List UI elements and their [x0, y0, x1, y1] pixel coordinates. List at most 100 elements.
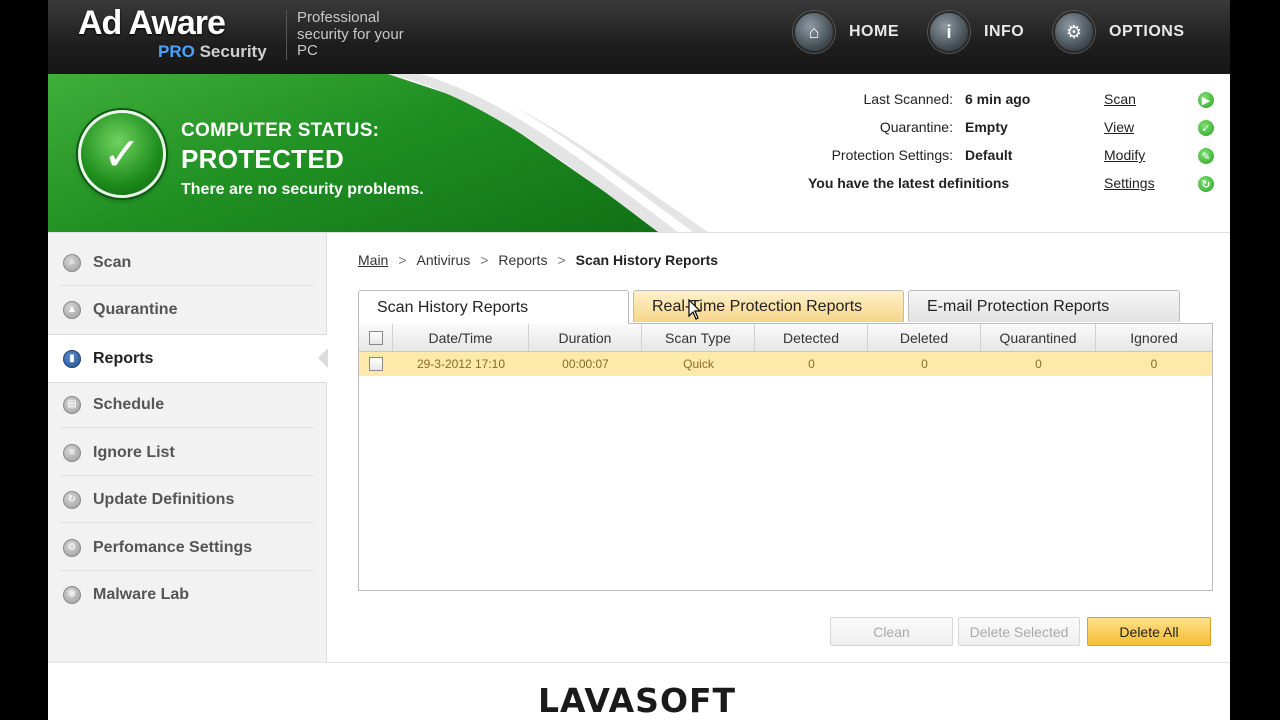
- col-duration[interactable]: Duration: [529, 324, 642, 351]
- nav-options-button[interactable]: ⚙ OPTIONS: [1053, 11, 1185, 53]
- breadcrumb: Main > Antivirus > Reports > Scan Histor…: [358, 252, 718, 268]
- info-icon: i: [928, 11, 970, 53]
- sidebar-item-ignore-list[interactable]: ≡ Ignore List: [48, 429, 326, 476]
- view-link[interactable]: View: [1104, 119, 1134, 135]
- sidebar-item-label: Ignore List: [93, 443, 175, 461]
- col-quarantined[interactable]: Quarantined: [981, 324, 1096, 351]
- warning-icon: ▲: [63, 300, 81, 319]
- header-bar: Ad Aware PRO Security Professional secur…: [48, 0, 1230, 74]
- row-checkbox[interactable]: [369, 357, 383, 371]
- status-value-quarantine: Empty: [965, 119, 1008, 135]
- status-value-last-scanned: 6 min ago: [965, 91, 1031, 107]
- chevron-right-icon: >: [480, 252, 489, 268]
- mouse-cursor-icon: [688, 299, 702, 320]
- play-icon[interactable]: ▶: [1198, 92, 1214, 108]
- logo-main-text: Ad Aware: [78, 4, 226, 42]
- status-value-protection: Default: [965, 147, 1013, 163]
- update-icon: ↻: [63, 490, 81, 509]
- sidebar-item-performance-settings[interactable]: ⚙ Perfomance Settings: [48, 524, 326, 571]
- gear-icon: ⚙: [1053, 11, 1095, 53]
- tab-scan-history-reports[interactable]: Scan History Reports: [358, 290, 629, 324]
- tab-real-time-protection-reports[interactable]: Real-Time Protection Reports: [633, 290, 904, 322]
- cell-detected: 0: [808, 357, 815, 371]
- table-row[interactable]: 29-3-2012 17:10 00:00:07 Quick 0 0 0 0: [359, 352, 1212, 376]
- calendar-icon: ▤: [63, 395, 81, 414]
- sidebar-item-malware-lab[interactable]: ✻ Malware Lab: [48, 571, 326, 618]
- divider: [60, 427, 314, 428]
- status-panel: ✓ COMPUTER STATUS: PROTECTED There are n…: [48, 74, 1230, 233]
- sidebar-item-update-definitions[interactable]: ↻ Update Definitions: [48, 476, 326, 523]
- cell-datetime: 29-3-2012 17:10: [416, 357, 506, 371]
- row-select-cell: [359, 352, 393, 376]
- tab-email-protection-reports[interactable]: E-mail Protection Reports: [908, 290, 1180, 322]
- col-detected[interactable]: Detected: [755, 324, 868, 351]
- sidebar-item-label: Update Definitions: [93, 490, 235, 508]
- gear-icon: ⚙: [63, 538, 81, 557]
- status-key: Quarantine:: [879, 119, 953, 135]
- sidebar-item-reports[interactable]: ▮ Reports: [48, 334, 328, 383]
- status-row-protection: Protection Settings: Default: [48, 147, 1230, 169]
- breadcrumb-main[interactable]: Main: [358, 252, 388, 268]
- breadcrumb-current: Scan History Reports: [575, 252, 719, 268]
- edit-icon[interactable]: ✎: [1198, 148, 1214, 164]
- status-row-last-scanned: Last Scanned: 6 min ago: [48, 91, 1230, 113]
- status-key: Protection Settings:: [831, 147, 953, 163]
- sidebar-item-label: Malware Lab: [93, 585, 190, 603]
- sidebar-item-label: Schedule: [93, 395, 165, 413]
- col-datetime[interactable]: Date/Time: [393, 324, 529, 351]
- sidebar-item-label: Scan: [93, 253, 132, 271]
- clean-button[interactable]: Clean: [830, 617, 953, 646]
- chevron-right-icon: >: [557, 252, 566, 268]
- footer: LAVASOFT: [48, 662, 1230, 720]
- nav-home-button[interactable]: ⌂ HOME: [793, 11, 899, 53]
- refresh-icon[interactable]: ↻: [1198, 176, 1214, 192]
- sidebar-item-label: Perfomance Settings: [93, 538, 253, 556]
- scan-link[interactable]: Scan: [1104, 91, 1136, 107]
- lavasoft-logo: LAVASOFT: [538, 681, 736, 720]
- cell-ignored: 0: [1150, 357, 1158, 371]
- definitions-message: You have the latest definitions: [808, 175, 1010, 191]
- nav-home-label: HOME: [849, 23, 899, 40]
- tagline: Professional security for your PC: [286, 9, 417, 60]
- nav-info-label: INFO: [984, 23, 1025, 40]
- bar-chart-icon: ▮: [63, 349, 81, 368]
- nav-options-label: OPTIONS: [1109, 23, 1185, 40]
- col-scan-type[interactable]: Scan Type: [642, 324, 755, 351]
- cell-scan-type: Quick: [683, 357, 714, 371]
- sidebar: ⌕ Scan ▲ Quarantine ▮ Reports ▤ Schedule…: [48, 233, 328, 663]
- settings-link[interactable]: Settings: [1104, 175, 1155, 191]
- sidebar-item-scan[interactable]: ⌕ Scan: [48, 239, 326, 286]
- cell-quarantined: 0: [1035, 357, 1042, 371]
- col-ignored[interactable]: Ignored: [1096, 324, 1212, 351]
- breadcrumb-reports[interactable]: Reports: [498, 252, 547, 268]
- status-key: Last Scanned:: [863, 91, 953, 107]
- cell-duration: 00:00:07: [562, 357, 609, 371]
- select-all-cell: [359, 324, 393, 351]
- status-row-quarantine: Quarantine: Empty: [48, 119, 1230, 141]
- divider: [60, 522, 314, 523]
- modify-link[interactable]: Modify: [1104, 147, 1145, 163]
- app-window: Ad Aware PRO Security Professional secur…: [48, 0, 1230, 720]
- active-indicator: [318, 348, 328, 368]
- select-all-checkbox[interactable]: [368, 330, 383, 345]
- breadcrumb-antivirus[interactable]: Antivirus: [417, 252, 471, 268]
- col-deleted[interactable]: Deleted: [868, 324, 981, 351]
- app-logo: Ad Aware PRO Security: [78, 4, 267, 61]
- reports-table: Date/Time Duration Scan Type Detected De…: [358, 323, 1213, 591]
- sidebar-item-label: Quarantine: [93, 300, 178, 318]
- lab-icon: ✻: [63, 585, 81, 604]
- cell-deleted: 0: [921, 357, 928, 371]
- chevron-right-icon: >: [398, 252, 407, 268]
- status-row-definitions: You have the latest definitions: [48, 175, 1230, 197]
- table-header: Date/Time Duration Scan Type Detected De…: [359, 324, 1212, 352]
- sidebar-item-label: Reports: [93, 349, 154, 367]
- delete-selected-button[interactable]: Delete Selected: [958, 617, 1080, 646]
- nav-info-button[interactable]: i INFO: [928, 11, 1025, 53]
- home-icon: ⌂: [793, 11, 835, 53]
- magnifier-icon: ⌕: [63, 253, 81, 272]
- sidebar-item-quarantine[interactable]: ▲ Quarantine: [48, 286, 326, 333]
- sidebar-item-schedule[interactable]: ▤ Schedule: [48, 381, 326, 428]
- delete-all-button[interactable]: Delete All: [1087, 617, 1211, 646]
- list-icon: ≡: [63, 443, 81, 462]
- check-icon[interactable]: ✓: [1198, 120, 1214, 136]
